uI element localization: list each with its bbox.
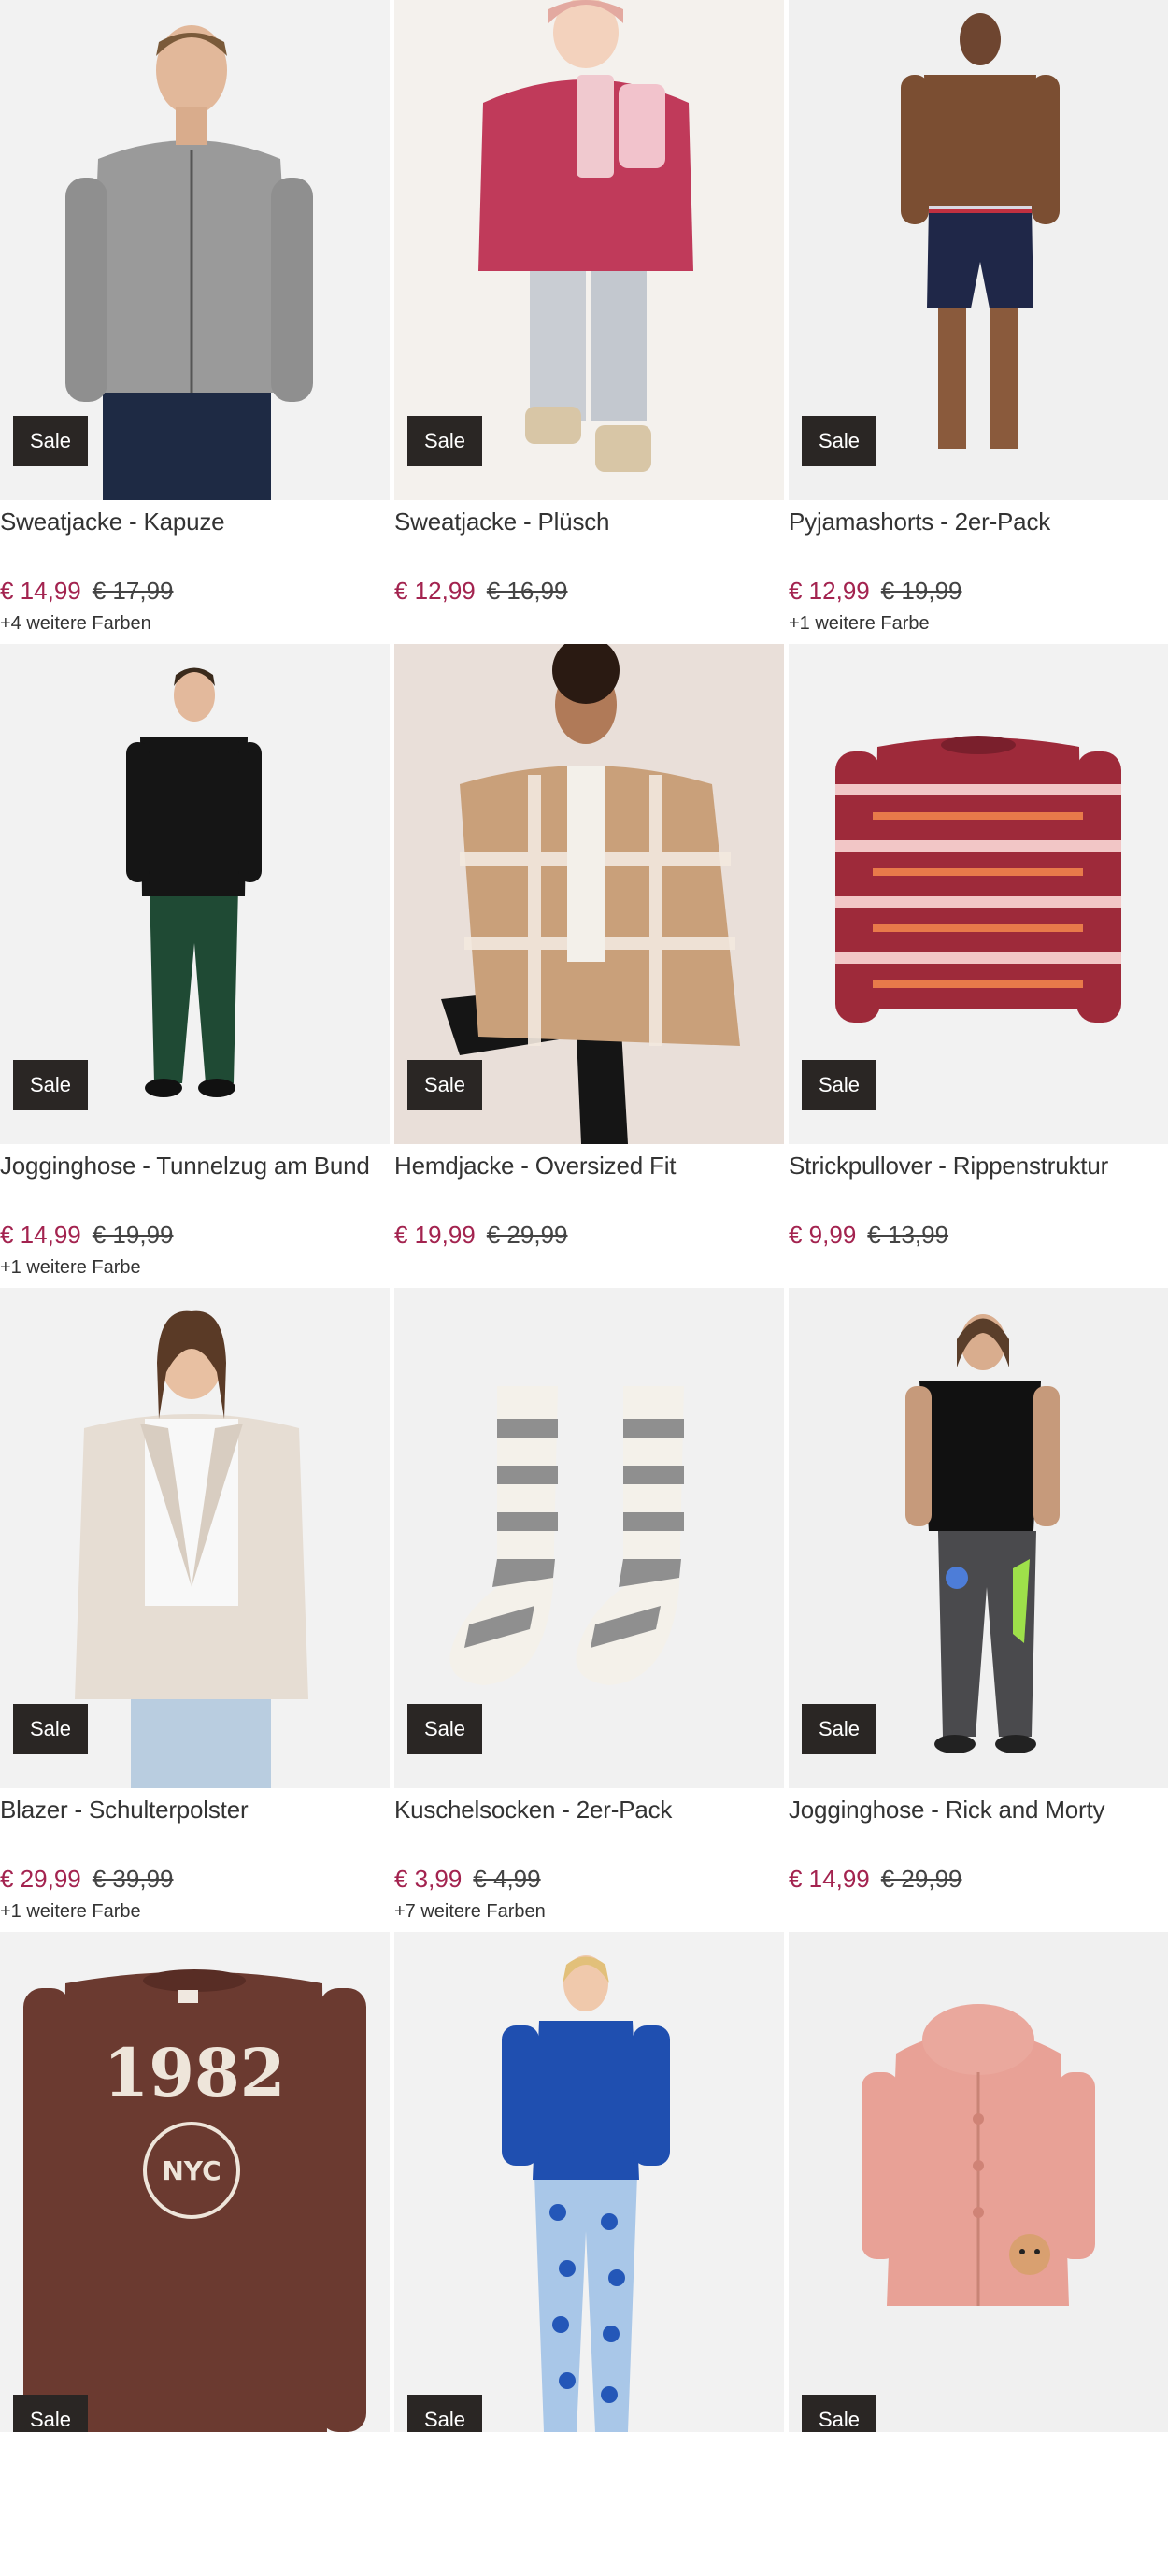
product-old-price: € 13,99 — [867, 1221, 948, 1249]
product-old-price: € 39,99 — [93, 1865, 174, 1893]
product-card[interactable]: Sale Blazer - Schulterpolster € 29,99 € 3… — [0, 1288, 390, 1932]
product-card[interactable]: Sale Kuschelsocken - 2er-Pack € 3,99 € 4,… — [394, 1288, 784, 1932]
product-card[interactable]: Sale Jogginghose - Tunnelzug am Bund € 1… — [0, 644, 390, 1288]
sale-badge: Sale — [802, 1060, 876, 1110]
product-title[interactable]: Strickpullover - Rippenstruktur — [789, 1152, 1168, 1181]
product-image[interactable]: Sale — [789, 1288, 1168, 1788]
product-image[interactable]: Sale — [789, 644, 1168, 1144]
product-price: € 12,99 — [394, 577, 476, 605]
sale-badge: Sale — [802, 2395, 876, 2432]
product-card[interactable]: Sale Sweatjacke - Plüsch € 12,99 € 16,99 — [394, 0, 784, 644]
sale-badge: Sale — [13, 2395, 88, 2432]
product-old-price: € 29,99 — [881, 1865, 962, 1893]
sale-badge: Sale — [802, 416, 876, 466]
sale-badge: Sale — [407, 416, 482, 466]
product-title[interactable]: Jogginghose - Tunnelzug am Bund — [0, 1152, 390, 1181]
product-card[interactable]: Sale — [789, 1932, 1168, 2576]
sale-badge: Sale — [407, 1704, 482, 1754]
product-title[interactable]: Kuschelsocken - 2er-Pack — [394, 1796, 784, 1825]
product-card[interactable]: 1982 NYC Sale — [0, 1932, 390, 2576]
product-price: € 9,99 — [789, 1221, 856, 1249]
product-image[interactable]: Sale — [394, 644, 784, 1144]
product-price: € 3,99 — [394, 1865, 462, 1893]
product-old-price: € 17,99 — [93, 577, 174, 605]
sale-badge: Sale — [13, 1704, 88, 1754]
more-colors-label[interactable]: +1 weitere Farbe — [789, 613, 1168, 635]
more-colors-label[interactable]: +1 weitere Farbe — [0, 1901, 390, 1923]
product-title[interactable]: Pyjamashorts - 2er-Pack — [789, 508, 1168, 537]
product-title[interactable]: Sweatjacke - Kapuze — [0, 508, 390, 537]
product-card[interactable]: Sale Strickpullover - Rippenstruktur € 9… — [789, 644, 1168, 1288]
product-old-price: € 4,99 — [473, 1865, 540, 1893]
product-image[interactable]: Sale — [0, 644, 390, 1144]
product-title[interactable]: Sweatjacke - Plüsch — [394, 508, 784, 537]
product-price: € 19,99 — [394, 1221, 476, 1249]
product-card[interactable]: Sale — [394, 1932, 784, 2576]
product-old-price: € 19,99 — [93, 1221, 174, 1249]
product-old-price: € 29,99 — [487, 1221, 568, 1249]
product-image[interactable]: 1982 NYC Sale — [0, 1932, 390, 2432]
product-card[interactable]: Sale Hemdjacke - Oversized Fit € 19,99 € … — [394, 644, 784, 1288]
sale-badge: Sale — [407, 2395, 482, 2432]
sale-badge: Sale — [13, 1060, 88, 1110]
product-card[interactable]: Sale Jogginghose - Rick and Morty € 14,9… — [789, 1288, 1168, 1932]
sale-badge: Sale — [802, 1704, 876, 1754]
product-image[interactable]: Sale — [394, 1932, 784, 2432]
product-title[interactable]: Jogginghose - Rick and Morty — [789, 1796, 1168, 1825]
product-price: € 14,99 — [789, 1865, 870, 1893]
product-photo-1982-longsleeve: 1982 NYC — [0, 1932, 390, 2432]
product-old-price: € 19,99 — [881, 577, 962, 605]
product-old-price: € 16,99 — [487, 577, 568, 605]
product-title[interactable]: Blazer - Schulterpolster — [0, 1796, 390, 1825]
product-title[interactable]: Hemdjacke - Oversized Fit — [394, 1152, 784, 1181]
product-price: € 12,99 — [789, 577, 870, 605]
print-nyc-text: NYC — [162, 2155, 221, 2186]
product-price: € 14,99 — [0, 1221, 81, 1249]
product-grid: Sale Sweatjacke - Kapuze € 14,99€ 17,99 … — [0, 0, 1168, 2385]
more-colors-label[interactable]: +7 weitere Farben — [394, 1901, 784, 1923]
product-photo-knit-baby-jacket — [789, 1932, 1168, 2432]
print-1982-text: 1982 — [104, 2034, 286, 2111]
more-colors-label[interactable]: +4 weitere Farben — [0, 613, 390, 635]
product-photo-pyjama-woman — [394, 1932, 784, 2432]
product-image[interactable]: Sale — [394, 1288, 784, 1788]
product-price: € 29,99 — [0, 1865, 81, 1893]
product-image[interactable]: Sale — [394, 0, 784, 500]
product-card[interactable]: Sale Pyjamashorts - 2er-Pack € 12,99 € 19… — [789, 0, 1168, 644]
product-image[interactable]: Sale — [789, 0, 1168, 500]
product-image[interactable]: Sale — [0, 0, 390, 500]
product-card[interactable]: Sale Sweatjacke - Kapuze € 14,99€ 17,99 … — [0, 0, 390, 644]
sale-badge: Sale — [13, 416, 88, 466]
product-price: € 14,99 — [0, 577, 81, 605]
product-image[interactable]: Sale — [0, 1288, 390, 1788]
product-image[interactable]: Sale — [789, 1932, 1168, 2432]
sale-badge: Sale — [407, 1060, 482, 1110]
more-colors-label[interactable]: +1 weitere Farbe — [0, 1257, 390, 1279]
